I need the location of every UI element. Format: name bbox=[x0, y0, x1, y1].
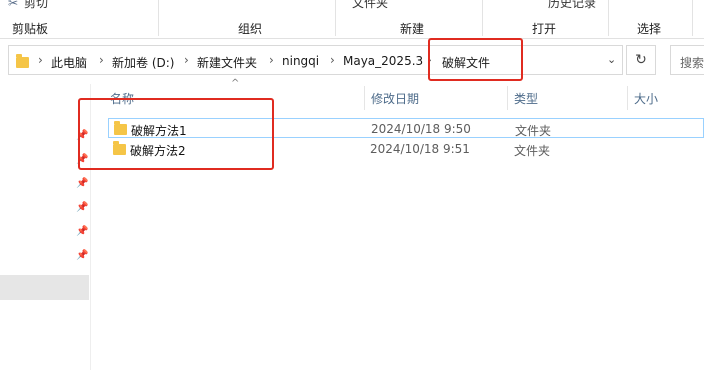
chevron-right-icon[interactable]: › bbox=[184, 53, 189, 67]
sort-up-icon: ^ bbox=[231, 78, 240, 89]
column-type[interactable]: 类型 bbox=[514, 90, 538, 107]
history-button[interactable]: 历史记录 bbox=[548, 0, 596, 11]
pin-icon[interactable]: 📌 bbox=[76, 178, 88, 189]
annotation-box bbox=[78, 98, 274, 170]
chevron-right-icon[interactable]: › bbox=[330, 53, 335, 67]
ribbon-divider bbox=[335, 0, 336, 36]
breadcrumb-drive-d[interactable]: 新加卷 (D:) bbox=[112, 54, 174, 71]
column-divider[interactable] bbox=[507, 86, 508, 110]
breadcrumb-new-folder[interactable]: 新建文件夹 bbox=[197, 54, 257, 71]
ribbon-divider bbox=[482, 0, 483, 36]
chevron-right-icon[interactable]: › bbox=[269, 53, 274, 67]
breadcrumb-this-pc[interactable]: 此电脑 bbox=[51, 54, 87, 71]
chevron-right-icon[interactable]: › bbox=[38, 53, 43, 67]
chevron-right-icon[interactable]: › bbox=[99, 53, 104, 67]
annotation-box bbox=[428, 38, 523, 81]
column-size[interactable]: 大小 bbox=[634, 90, 658, 107]
pin-icon[interactable]: 📌 bbox=[76, 202, 88, 213]
group-new: 新建 bbox=[400, 22, 425, 36]
chevron-down-icon[interactable]: ⌄ bbox=[607, 53, 616, 66]
file-type: 文件夹 bbox=[515, 124, 552, 138]
pin-icon[interactable]: 📌 bbox=[76, 250, 88, 261]
column-date[interactable]: 修改日期 bbox=[371, 90, 419, 107]
nav-item-selected[interactable] bbox=[0, 275, 89, 300]
file-type: 文件夹 bbox=[514, 144, 551, 158]
ribbon-divider bbox=[158, 0, 159, 36]
breadcrumb-maya[interactable]: Maya_2025.3 bbox=[343, 54, 423, 68]
refresh-button[interactable]: ↻ bbox=[626, 45, 656, 75]
refresh-icon: ↻ bbox=[635, 52, 647, 68]
search-placeholder: 搜索 bbox=[680, 56, 704, 70]
scissors-icon[interactable]: ✂ bbox=[8, 0, 18, 10]
file-date: 2024/10/18 9:50 bbox=[371, 122, 471, 136]
cut-button[interactable]: 剪切 bbox=[24, 0, 48, 11]
ribbon-divider bbox=[608, 0, 609, 36]
group-organize: 组织 bbox=[238, 22, 263, 36]
ribbon-divider bbox=[692, 0, 693, 36]
breadcrumb-ningqi[interactable]: ningqi bbox=[282, 54, 319, 68]
folder-icon bbox=[16, 54, 29, 68]
pin-icon[interactable]: 📌 bbox=[76, 226, 88, 237]
file-date: 2024/10/18 9:51 bbox=[370, 142, 470, 156]
group-select: 选择 bbox=[637, 22, 662, 36]
column-divider[interactable] bbox=[627, 86, 628, 110]
folder-button[interactable]: 文件夹 bbox=[352, 0, 388, 11]
column-divider[interactable] bbox=[364, 86, 365, 110]
group-open: 打开 bbox=[532, 22, 557, 36]
group-clipboard: 剪贴板 bbox=[12, 22, 49, 36]
ribbon: ✂ 剪切 文件夹 历史记录 剪贴板 组织 新建 打开 选择 bbox=[0, 0, 704, 39]
address-bar[interactable]: › 此电脑 › 新加卷 (D:) › 新建文件夹 › ningqi › Maya… bbox=[8, 45, 623, 75]
search-input[interactable]: 搜索 bbox=[670, 45, 704, 75]
